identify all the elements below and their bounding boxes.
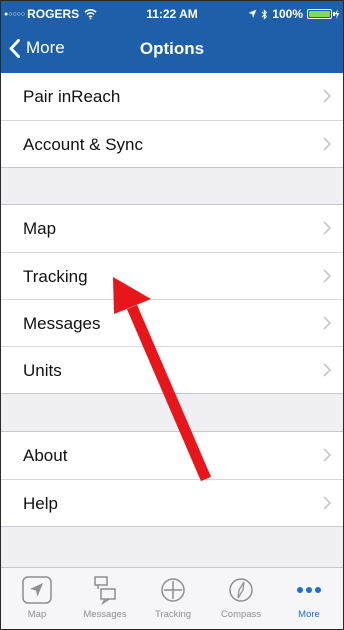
chevron-right-icon	[323, 363, 331, 377]
app-screen: ●○○○○ ROGERS 11:22 AM 100% More Options …	[0, 0, 344, 630]
list-item-label: Account & Sync	[23, 135, 144, 154]
tab-label: More	[298, 609, 320, 620]
chevron-right-icon	[323, 137, 331, 151]
battery-fill	[309, 11, 330, 17]
settings-group-features: Map Tracking Messages Units	[1, 205, 343, 393]
group-divider	[1, 167, 343, 168]
header: ●○○○○ ROGERS 11:22 AM 100% More Options	[1, 1, 343, 73]
status-right-group: 100%	[248, 7, 340, 21]
list-item-label: Tracking	[23, 267, 88, 286]
tab-label: Messages	[83, 609, 127, 620]
battery-nub	[333, 12, 335, 16]
chevron-right-icon	[323, 269, 331, 283]
list-item-label: Messages	[23, 314, 101, 333]
nav-bar: More Options	[1, 26, 343, 73]
list-item-tracking[interactable]: Tracking	[1, 252, 343, 299]
status-bar: ●○○○○ ROGERS 11:22 AM 100%	[1, 1, 343, 26]
chevron-right-icon	[323, 221, 331, 235]
tab-bar: Map Messages Tracking Compass More	[1, 567, 343, 629]
battery-percent: 100%	[272, 7, 303, 21]
list-item-label: Pair inReach	[23, 87, 121, 106]
more-dots-icon	[275, 575, 343, 605]
bluetooth-icon	[261, 8, 268, 20]
tab-more[interactable]: More	[275, 568, 343, 629]
page-title: Options	[139, 39, 205, 58]
list-item-label: Units	[23, 361, 62, 380]
tab-messages[interactable]: Messages	[71, 568, 139, 629]
list-item-label: About	[23, 446, 68, 465]
location-arrow-icon	[3, 575, 71, 605]
tab-label: Map	[27, 609, 47, 620]
chevron-right-icon	[323, 89, 331, 103]
list-item-map[interactable]: Map	[1, 205, 343, 252]
list-item-help[interactable]: Help	[1, 479, 343, 526]
battery-icon	[307, 9, 335, 19]
list-item-account-sync[interactable]: Account & Sync	[1, 120, 343, 167]
tab-label: Compass	[220, 609, 262, 620]
list-item-label: Help	[23, 494, 58, 513]
settings-group-account: Pair inReach Account & Sync	[1, 73, 343, 167]
tab-tracking[interactable]: Tracking	[139, 568, 207, 629]
tab-map[interactable]: Map	[3, 568, 71, 629]
location-arrow-icon	[248, 9, 257, 18]
list-item-pair-inreach[interactable]: Pair inReach	[1, 73, 343, 120]
tab-compass[interactable]: Compass	[207, 568, 275, 629]
settings-group-info: About Help	[1, 432, 343, 526]
compass-icon	[207, 575, 275, 605]
chevron-right-icon	[323, 496, 331, 510]
list-item-messages[interactable]: Messages	[1, 299, 343, 346]
list-item-units[interactable]: Units	[1, 346, 343, 393]
list-item-label: Map	[23, 219, 57, 238]
tracking-icon	[139, 575, 207, 605]
chevron-right-icon	[323, 448, 331, 462]
group-divider	[1, 526, 343, 527]
messages-icon	[71, 575, 139, 605]
tab-label: Tracking	[154, 609, 192, 620]
chevron-right-icon	[323, 316, 331, 330]
group-divider	[1, 393, 343, 394]
list-item-about[interactable]: About	[1, 432, 343, 479]
